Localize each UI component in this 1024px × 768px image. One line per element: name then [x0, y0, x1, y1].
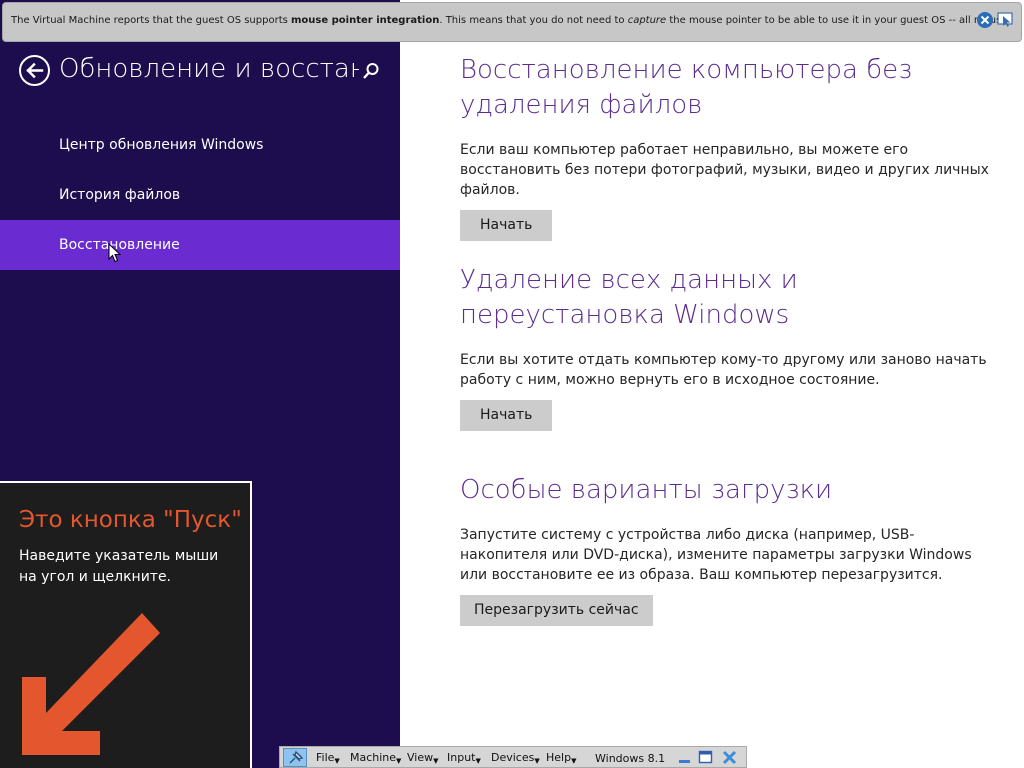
reset-section: Удаление всех данных и переустановка Win… [460, 263, 1000, 431]
advanced-startup-section: Особые варианты загрузки Запустите систе… [460, 473, 1000, 626]
sidebar-item-windows-update[interactable]: Центр обновления Windows [0, 120, 400, 170]
sidebar-item-label: История файлов [59, 187, 181, 203]
close-icon [980, 15, 990, 25]
section-title: Восстановление компьютера без удаления ф… [460, 55, 913, 120]
section-title: Удаление всех данных и переустановка Win… [460, 265, 798, 330]
sidebar-item-label: Центр обновления Windows [59, 137, 264, 153]
pin-icon [289, 750, 304, 764]
mouse-integration-icon[interactable] [997, 12, 1015, 28]
search-icon [363, 63, 379, 79]
menu-file[interactable]: File▼ [316, 751, 340, 765]
page-title: Обновление и восстан... [59, 54, 359, 84]
mouse-cursor-icon [108, 243, 122, 263]
restore-icon[interactable] [698, 750, 713, 765]
start-tip-text: Наведите указатель мыши на угол и щелкни… [19, 548, 219, 585]
refresh-section: Восстановление компьютера без удаления ф… [460, 53, 1000, 241]
section-description: Запустите систему с устройства либо диск… [460, 527, 972, 583]
vm-notification-bar: The Virtual Machine reports that the gue… [2, 2, 1022, 42]
start-tip-title: Это кнопка "Пуск" [19, 507, 242, 533]
menu-help[interactable]: Help▼ [546, 751, 576, 765]
refresh-start-button[interactable]: Начать [460, 210, 553, 241]
section-description: Если вы хотите отдать компьютер кому-то … [460, 352, 987, 388]
vm-notification-text: The Virtual Machine reports that the gue… [11, 15, 1008, 26]
start-button-tip: Это кнопка "Пуск" Наведите указатель мыш… [0, 481, 252, 768]
sidebar-item-file-history[interactable]: История файлов [0, 170, 400, 220]
back-button[interactable] [19, 55, 50, 86]
search-button[interactable] [360, 60, 382, 82]
reset-start-button[interactable]: Начать [460, 400, 553, 431]
recovery-content: Восстановление компьютера без удаления ф… [460, 0, 1000, 740]
pin-button[interactable] [283, 748, 307, 767]
minimize-icon[interactable] [677, 750, 692, 765]
sidebar-item-recovery[interactable]: Восстановление [0, 220, 400, 270]
menu-input[interactable]: Input▼ [447, 751, 481, 765]
menu-view[interactable]: View▼ [407, 751, 439, 765]
vm-machine-name: Windows 8.1 [595, 752, 666, 765]
menu-machine[interactable]: Machine▼ [350, 751, 401, 765]
restart-now-button[interactable]: Перезагрузить сейчас [460, 595, 653, 626]
close-icon[interactable] [722, 750, 737, 765]
back-arrow-icon [26, 62, 44, 79]
nav-list: Центр обновления Windows История файлов … [0, 120, 400, 270]
settings-sidebar: Обновление и восстан... Центр обновления… [0, 0, 400, 768]
menu-devices[interactable]: Devices▼ [491, 751, 540, 765]
close-notification-button[interactable] [977, 12, 993, 28]
section-description: Если ваш компьютер работает неправильно,… [460, 142, 989, 198]
vm-mini-toolbar: File▼ Machine▼ View▼ Input▼ Devices▼ Hel… [279, 746, 747, 768]
section-title: Особые варианты загрузки [460, 475, 833, 505]
arrow-down-left-icon [22, 613, 160, 755]
